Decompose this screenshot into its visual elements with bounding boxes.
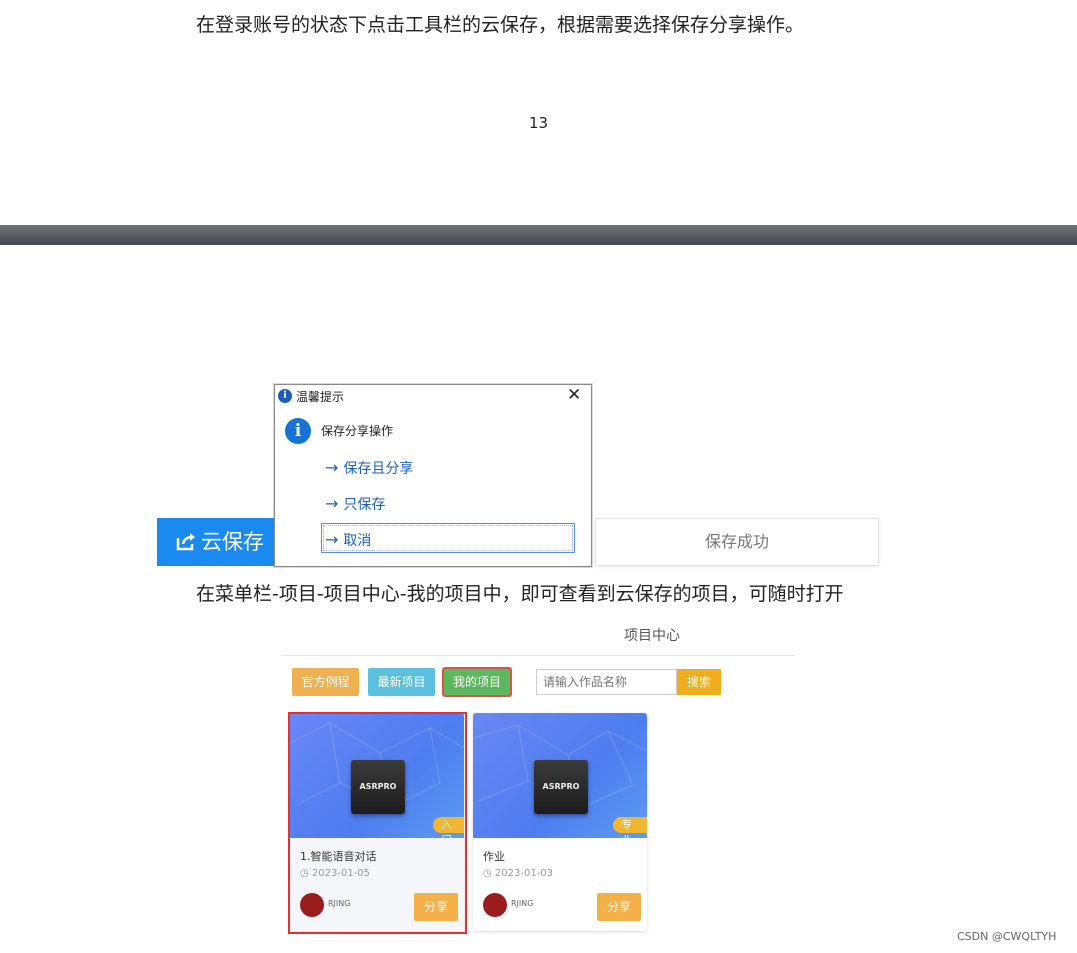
project-date: ◷ 2023-01-03 [483,868,553,879]
level-badge: 入门 [433,817,464,838]
project-card[interactable]: ASRPRO 入门 1.智能语音对话 ◷ 2023-01-05 RJING 分享 [290,713,464,931]
option-save-only[interactable]: → 只保存 [325,494,385,514]
option-label: 只保存 [343,497,386,513]
level-badge: 专业 [613,817,647,838]
instruction-text-top: 在登录账号的状态下点击工具栏的云保存，根据需要选择保存分享操作。 [196,14,805,36]
project-center-title: 项目中心 [624,628,680,644]
share-box-icon [176,533,195,551]
option-save-and-share[interactable]: → 保存且分享 [325,458,413,478]
clock-icon: ◷ [483,868,495,879]
chip-image: ASRPRO [534,760,588,814]
project-card[interactable]: ASRPRO 专业 作业 ◷ 2023-01-03 RJING 分享 [473,713,647,931]
header-divider [282,655,795,656]
arrow-right-icon: → [325,458,339,477]
project-thumbnail: ASRPRO 入门 [290,713,464,838]
option-label: 取消 [343,533,372,549]
share-button[interactable]: 分享 [414,893,458,921]
project-thumbnail: ASRPRO 专业 [473,713,647,838]
option-label: 保存且分享 [343,461,414,477]
close-icon[interactable]: ✕ [567,385,581,405]
project-name: 1.智能语音对话 [300,850,377,863]
info-icon: i [285,418,311,444]
project-name: 作业 [483,850,505,863]
info-small-icon: i [278,389,292,403]
tab-my-projects[interactable]: 我的项目 [442,667,512,697]
clock-icon: ◷ [300,868,312,879]
author-name: RJING [328,899,351,908]
option-cancel[interactable]: → 取消 [325,530,371,550]
tip-dialog: i 温馨提示 ✕ i 保存分享操作 → 保存且分享 → 只保存 → 取消 [274,384,592,567]
author-name: RJING [511,899,534,908]
share-button[interactable]: 分享 [597,893,641,921]
save-status-message: 保存成功 [595,518,879,566]
date-text: 2023-01-03 [494,868,554,879]
instruction-text-bottom: 在菜单栏-项目-项目中心-我的项目中，即可查看到云保存的项目，可随时打开 [196,583,844,605]
tab-official-examples[interactable]: 官方例程 [292,668,359,696]
search-button[interactable]: 搜索 [677,669,721,695]
project-search-input[interactable] [536,669,677,695]
project-date: ◷ 2023-01-05 [300,868,370,879]
avatar [483,893,507,917]
watermark: CSDN @CWQLTYH [957,930,1057,943]
dialog-title: 温馨提示 [296,390,345,404]
page-divider [0,225,1077,245]
page-number: 13 [528,114,549,132]
date-text: 2023-01-05 [311,868,371,879]
arrow-right-icon: → [325,530,339,549]
cloud-save-label: 云保存 [201,530,264,554]
avatar [300,893,324,917]
tab-latest-projects[interactable]: 最新项目 [368,668,435,696]
arrow-right-icon: → [325,494,339,513]
cloud-save-button[interactable]: 云保存 [157,518,274,566]
dialog-heading: 保存分享操作 [321,424,394,438]
chip-image: ASRPRO [351,760,405,814]
